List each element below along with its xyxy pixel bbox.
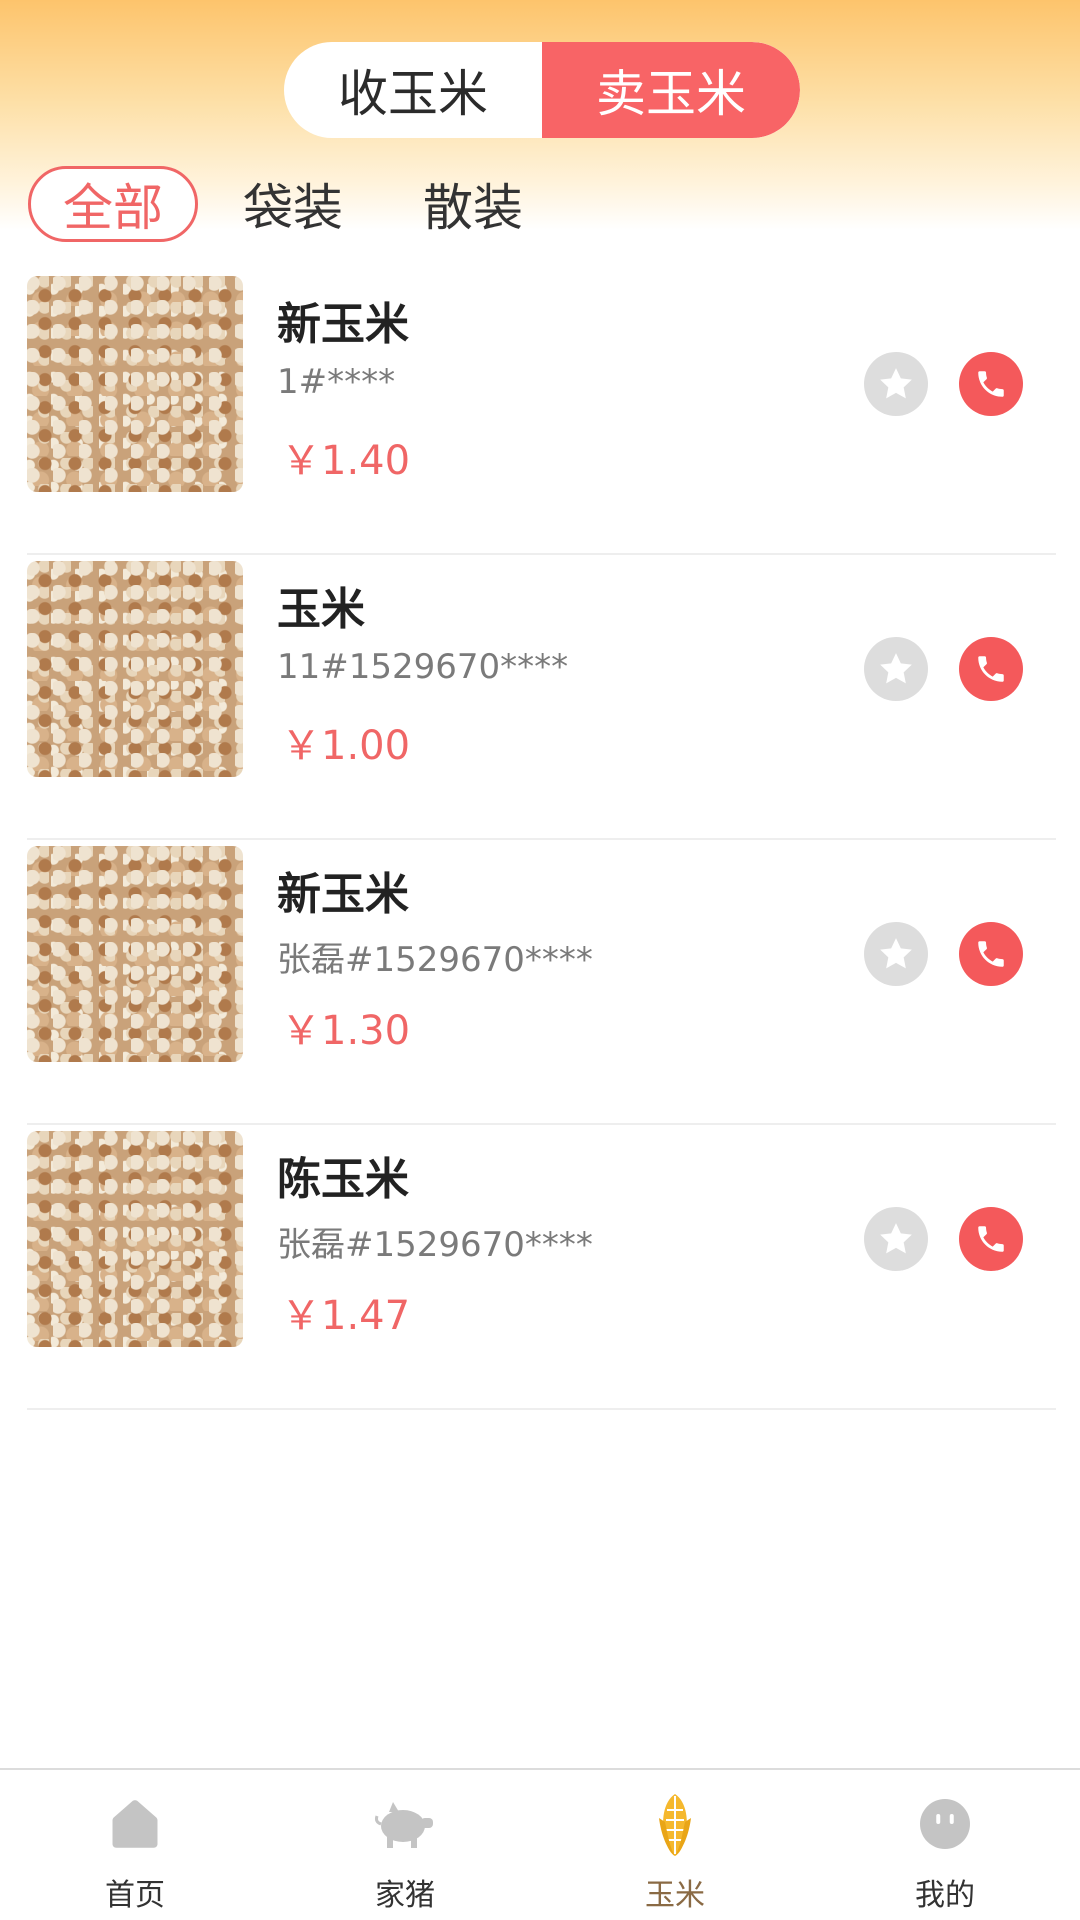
- filter-all[interactable]: 全部: [28, 166, 198, 242]
- favorite-button[interactable]: [864, 637, 928, 701]
- product-price: ￥1.40: [281, 438, 411, 484]
- star-icon: [880, 368, 912, 399]
- tab-label: 我的: [915, 1878, 975, 1913]
- product-price: ￥1.00: [281, 723, 411, 769]
- product-name: 新玉米: [277, 869, 409, 920]
- tab-label: 家猪: [375, 1878, 435, 1913]
- user-icon: [913, 1792, 977, 1856]
- product-name: 新玉米: [277, 299, 409, 350]
- list-item[interactable]: corn-kernels 新玉米 1#**** ￥1.40: [27, 270, 1056, 555]
- tab-buy-corn[interactable]: 收玉米: [284, 42, 542, 138]
- phone-icon: [978, 1226, 1004, 1252]
- seller-contact: 11#1529670****: [277, 647, 569, 687]
- seller-contact: 张磊#1529670****: [277, 1225, 593, 1265]
- list-item[interactable]: corn-kernels 陈玉米 张磊#1529670**** ￥1.47: [27, 1125, 1056, 1410]
- star-icon: [880, 653, 912, 684]
- seller-contact: 张磊#1529670****: [277, 940, 593, 980]
- product-name: 玉米: [277, 584, 365, 635]
- product-image: corn-kernels: [27, 276, 243, 492]
- call-button[interactable]: [959, 922, 1023, 986]
- phone-icon: [978, 941, 1004, 967]
- filter-bulk[interactable]: 散装: [388, 166, 558, 242]
- corn-icon: [643, 1792, 707, 1856]
- favorite-button[interactable]: [864, 922, 928, 986]
- tab-label: 玉米: [645, 1878, 705, 1913]
- listing-list: corn-kernels 新玉米 1#**** ￥1.40 corn-kerne…: [0, 270, 1080, 1410]
- phone-icon: [978, 656, 1004, 682]
- favorite-button[interactable]: [864, 1207, 928, 1271]
- favorite-button[interactable]: [864, 352, 928, 416]
- product-image: corn-kernels: [27, 1131, 243, 1347]
- tab-pig[interactable]: 家猪: [270, 1770, 540, 1920]
- call-button[interactable]: [959, 637, 1023, 701]
- list-item[interactable]: corn-kernels 新玉米 张磊#1529670**** ￥1.30: [27, 840, 1056, 1125]
- star-icon: [880, 1223, 912, 1254]
- filter-tabs: 全部 袋装 散装: [28, 166, 568, 242]
- product-image: corn-kernels: [27, 846, 243, 1062]
- product-name: 陈玉米: [277, 1154, 409, 1205]
- call-button[interactable]: [959, 1207, 1023, 1271]
- tab-corn[interactable]: 玉米: [540, 1770, 810, 1920]
- product-image: corn-kernels: [27, 561, 243, 777]
- phone-icon: [978, 371, 1004, 397]
- pig-icon: [373, 1792, 437, 1856]
- product-price: ￥1.47: [281, 1293, 411, 1339]
- product-price: ￥1.30: [281, 1008, 411, 1054]
- tab-home[interactable]: 首页: [0, 1770, 270, 1920]
- seller-contact: 1#****: [277, 362, 396, 402]
- star-icon: [880, 938, 912, 969]
- bottom-tab-bar: 首页 家猪 玉米 我的: [0, 1768, 1080, 1920]
- home-icon: [103, 1792, 167, 1856]
- mode-toggle: 收玉米 卖玉米: [284, 42, 800, 138]
- filter-bagged[interactable]: 袋装: [208, 166, 378, 242]
- tab-mine[interactable]: 我的: [810, 1770, 1080, 1920]
- list-item[interactable]: corn-kernels 玉米 11#1529670**** ￥1.00: [27, 555, 1056, 840]
- tab-sell-corn[interactable]: 卖玉米: [542, 42, 800, 138]
- tab-label: 首页: [105, 1878, 165, 1913]
- call-button[interactable]: [959, 352, 1023, 416]
